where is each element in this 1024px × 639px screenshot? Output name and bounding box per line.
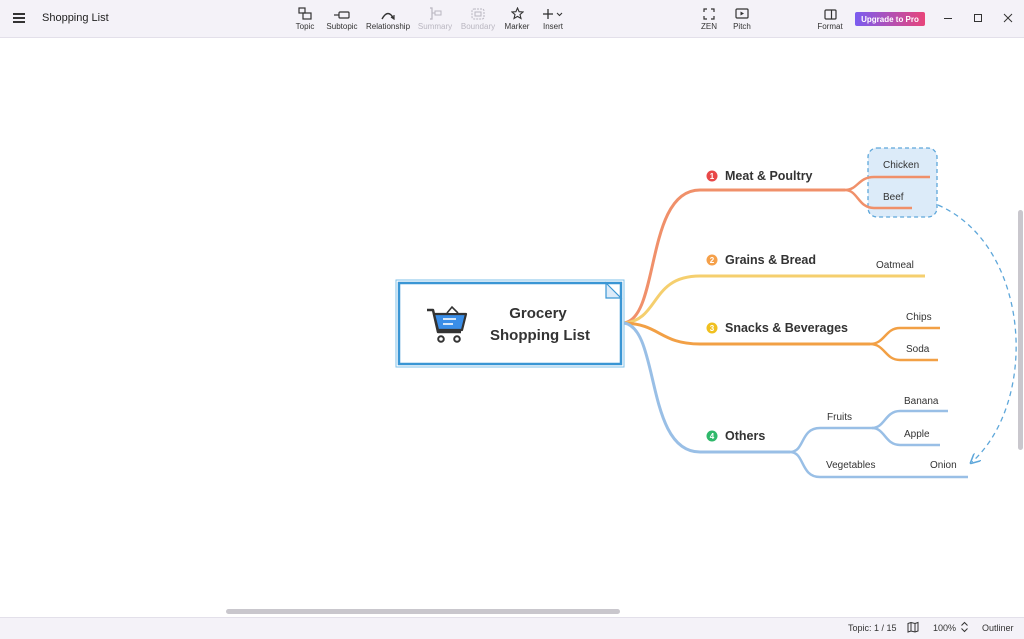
summary-label: Summary <box>417 22 453 31</box>
svg-text:2: 2 <box>710 256 715 265</box>
subtopic-icon <box>334 11 350 19</box>
subtopic-label: Subtopic <box>326 22 358 31</box>
topic-grains-bread[interactable]: Grains & Bread <box>725 253 816 267</box>
subtopic-vegetables[interactable]: Vegetables <box>826 460 876 471</box>
branch-badge-2: 2 <box>706 254 718 266</box>
boundary-label: Boundary <box>460 22 496 31</box>
branch-badge-3: 3 <box>706 322 718 334</box>
svg-text:1: 1 <box>710 172 715 181</box>
subtopic-oatmeal[interactable]: Oatmeal <box>876 260 914 271</box>
connector-banana <box>871 409 948 430</box>
topic-snacks-beverages[interactable]: Snacks & Beverages <box>725 321 848 335</box>
pitch-button[interactable]: Pitch <box>731 5 753 33</box>
horizontal-scrollbar[interactable] <box>226 609 620 614</box>
star-icon <box>510 7 524 20</box>
relationship-label: Relationship <box>365 22 411 31</box>
connector-meat <box>623 188 701 325</box>
outliner-button[interactable]: Outliner <box>982 623 1014 633</box>
marker-label: Marker <box>504 22 530 31</box>
pitch-label: Pitch <box>733 22 751 31</box>
format-panel-icon <box>823 9 837 20</box>
branch-badge-1: 1 <box>706 170 718 182</box>
central-topic-line2: Shopping List <box>490 327 590 344</box>
document-title: Shopping List <box>42 12 109 24</box>
relationship-icon <box>381 12 395 20</box>
boundary-icon <box>471 8 485 20</box>
subtopic-fruits[interactable]: Fruits <box>827 412 852 423</box>
zen-label: ZEN <box>701 22 717 31</box>
branch-badge-4: 4 <box>706 430 718 442</box>
zoom-stepper-icon[interactable] <box>960 621 969 635</box>
format-button[interactable]: Format <box>817 5 843 33</box>
play-screen-icon <box>735 8 749 19</box>
topic-icon <box>298 7 312 20</box>
minimize-icon[interactable] <box>940 10 956 26</box>
subtopic-button[interactable]: Subtopic <box>326 5 358 33</box>
connector-snacks <box>623 321 701 346</box>
subtopic-onion[interactable]: Onion <box>930 460 957 471</box>
plus-chevron-icon <box>543 9 563 19</box>
subtopic-banana[interactable]: Banana <box>904 396 939 407</box>
boundary-box[interactable] <box>867 147 938 218</box>
subtopic-chips[interactable]: Chips <box>906 312 932 323</box>
maximize-icon[interactable] <box>970 10 986 26</box>
central-topic-line1: Grocery <box>509 305 567 322</box>
mindmap-canvas[interactable]: Grocery Shopping List 1 2 3 4 Meat & Pou… <box>0 38 1024 612</box>
summary-icon <box>430 7 442 20</box>
title-bar: Shopping List Topic Subtopic Relationshi… <box>0 0 1024 38</box>
summary-button[interactable]: Summary <box>417 5 453 33</box>
central-topic[interactable]: Grocery Shopping List <box>395 279 625 368</box>
relationship-button[interactable]: Relationship <box>366 5 410 33</box>
topic-meat-poultry[interactable]: Meat & Poultry <box>725 169 813 183</box>
connector-chips <box>869 326 940 346</box>
topic-count: Topic: 1 / 15 <box>848 623 897 633</box>
insert-label: Insert <box>542 22 563 31</box>
connector-fruits <box>789 426 872 454</box>
close-icon[interactable] <box>1000 10 1016 26</box>
fullscreen-icon <box>703 8 715 20</box>
subtopic-beef[interactable]: Beef <box>883 192 904 203</box>
subtopic-apple[interactable]: Apple <box>904 429 930 440</box>
format-label: Format <box>817 22 843 31</box>
menu-icon[interactable] <box>12 10 28 26</box>
topic-others[interactable]: Others <box>725 429 765 443</box>
topic-button[interactable]: Topic <box>294 5 316 33</box>
vertical-scrollbar[interactable] <box>1018 210 1023 450</box>
relationship-arrow[interactable] <box>937 204 1017 462</box>
svg-text:3: 3 <box>710 324 715 333</box>
subtopic-soda[interactable]: Soda <box>906 344 930 355</box>
upgrade-to-pro-button[interactable]: Upgrade to Pro <box>855 12 925 26</box>
topic-label: Topic <box>295 22 315 31</box>
insert-button[interactable]: Insert <box>540 5 566 33</box>
svg-text:4: 4 <box>710 432 715 441</box>
subtopic-chicken[interactable]: Chicken <box>883 160 919 171</box>
boundary-button[interactable]: Boundary <box>459 5 497 33</box>
status-bar: Topic: 1 / 15 100% Outliner <box>0 617 1024 639</box>
map-icon[interactable] <box>907 621 919 635</box>
zoom-level[interactable]: 100% <box>933 623 956 633</box>
marker-button[interactable]: Marker <box>504 5 530 33</box>
zen-button[interactable]: ZEN <box>698 5 720 33</box>
